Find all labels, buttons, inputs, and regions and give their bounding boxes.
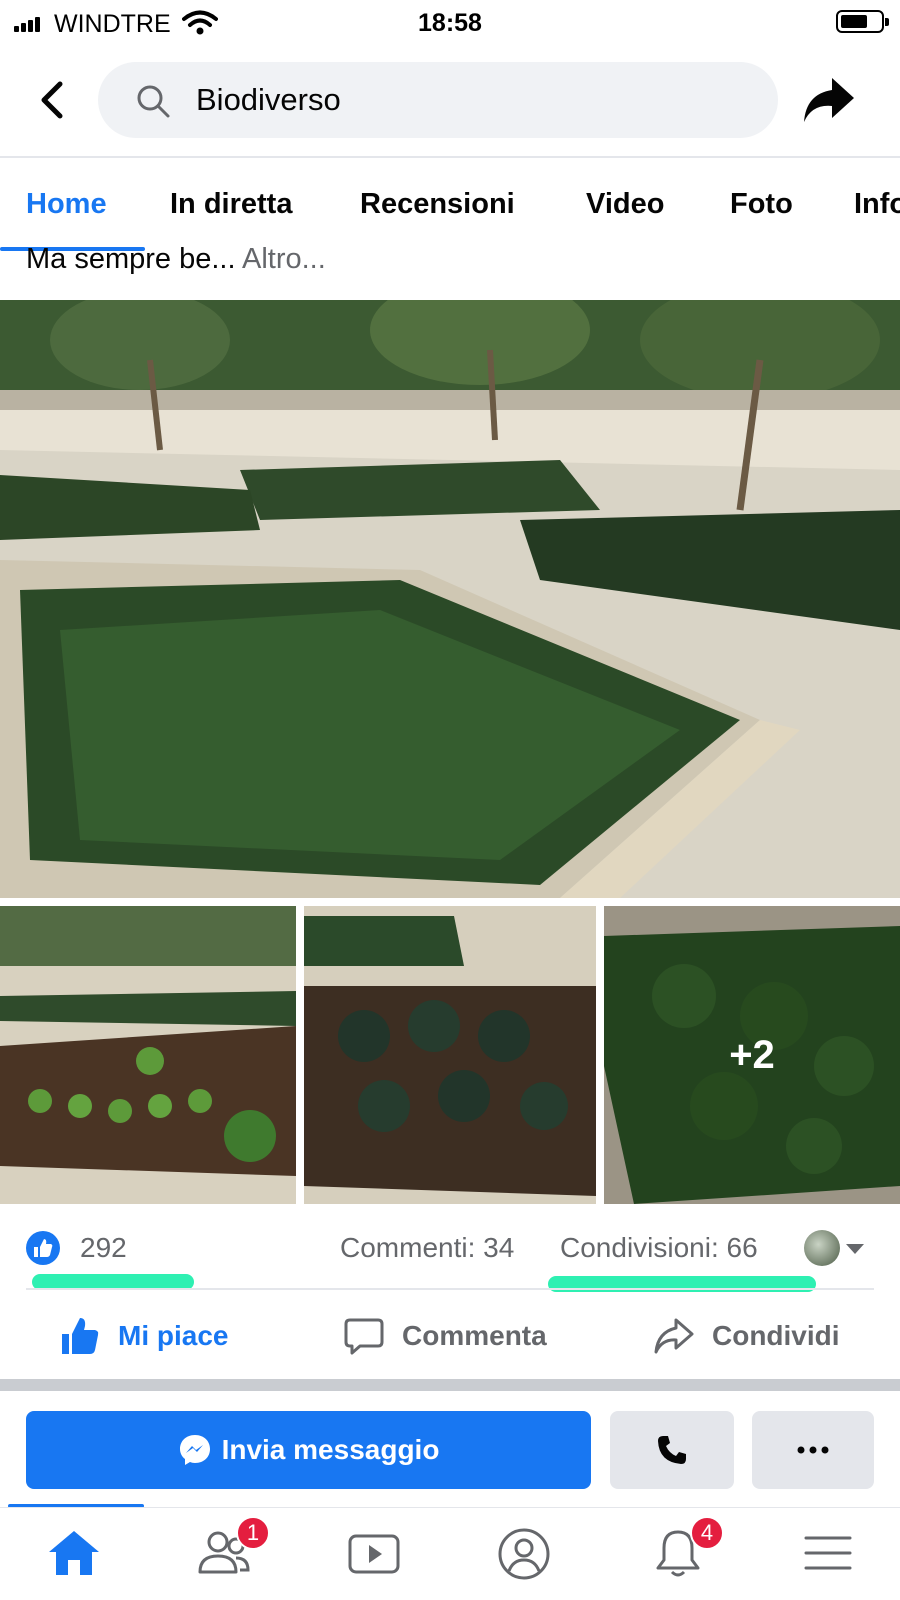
comment-button[interactable]: Commenta <box>344 1312 547 1360</box>
nav-watch[interactable] <box>346 1528 406 1584</box>
tab-photos[interactable]: Foto <box>730 188 793 221</box>
share-arrow-icon[interactable] <box>800 74 856 126</box>
search-value: Biodiverso <box>196 82 341 117</box>
avatar[interactable] <box>804 1230 840 1266</box>
hamburger-menu-icon <box>804 1536 852 1570</box>
divider <box>26 1288 874 1290</box>
friends-badge: 1 <box>236 1516 270 1550</box>
tab-info[interactable]: Info <box>854 188 900 221</box>
back-chevron-icon[interactable] <box>34 78 70 122</box>
lettuce-bed-photo[interactable] <box>0 906 296 1204</box>
send-message-label: Invia messaggio <box>221 1434 440 1465</box>
ellipsis-icon <box>797 1446 829 1454</box>
comment-bubble-icon <box>344 1318 384 1355</box>
search-bar[interactable]: Biodiverso <box>98 62 778 138</box>
tab-video[interactable]: Video <box>586 188 664 221</box>
share-button[interactable]: Condividi <box>654 1312 840 1360</box>
chard-bed-photo[interactable]: +2 <box>604 906 900 1204</box>
share-arrow-icon <box>654 1318 694 1354</box>
post-text-body: Ma sempre be... <box>26 244 236 274</box>
nav-notifications[interactable]: 4 <box>650 1516 724 1584</box>
share-label: Condividi <box>712 1320 840 1351</box>
main-garden-photo[interactable] <box>0 300 900 898</box>
nav-friends[interactable]: 1 <box>196 1516 270 1584</box>
post-text: Ma sempre be... Altro... <box>26 244 326 274</box>
notifications-badge: 4 <box>690 1516 724 1550</box>
battery-icon <box>836 10 889 33</box>
thumbs-up-icon <box>62 1318 99 1354</box>
comment-label: Commenta <box>402 1320 547 1351</box>
messenger-icon <box>179 1435 210 1465</box>
like-count[interactable]: 292 <box>80 1232 127 1264</box>
like-button[interactable]: Mi piace <box>60 1312 228 1360</box>
status-bar: WINDTRE 18:58 <box>0 0 900 46</box>
home-icon <box>49 1531 99 1575</box>
nav-home[interactable] <box>46 1528 106 1584</box>
like-reaction-icon <box>26 1231 60 1265</box>
nav-divider <box>0 1507 900 1508</box>
more-options-button[interactable] <box>752 1411 874 1489</box>
nav-profile[interactable] <box>496 1528 556 1584</box>
share-count[interactable]: Condivisioni: 66 <box>560 1232 758 1264</box>
video-play-icon <box>348 1534 400 1574</box>
comment-count[interactable]: Commenti: 34 <box>340 1232 514 1264</box>
send-message-button[interactable]: Invia messaggio <box>26 1411 591 1489</box>
see-more-link[interactable]: Altro... <box>242 244 326 274</box>
clock: 18:58 <box>418 9 482 37</box>
phone-icon <box>658 1436 686 1464</box>
caret-down-icon[interactable] <box>846 1244 864 1254</box>
nav-menu[interactable] <box>800 1528 860 1584</box>
like-label: Mi piace <box>118 1320 229 1351</box>
tab-reviews[interactable]: Recensioni <box>360 188 515 221</box>
tab-home[interactable]: Home <box>26 188 107 221</box>
search-icon <box>137 85 170 118</box>
section-separator <box>0 1379 900 1391</box>
page-tabs: Home In diretta Recensioni Video Foto In… <box>0 158 900 252</box>
profile-icon <box>498 1528 550 1580</box>
kale-bed-photo[interactable] <box>304 906 596 1204</box>
call-button[interactable] <box>610 1411 734 1489</box>
tab-live[interactable]: In diretta <box>170 188 292 221</box>
more-photos-overlay: +2 <box>729 1032 775 1077</box>
